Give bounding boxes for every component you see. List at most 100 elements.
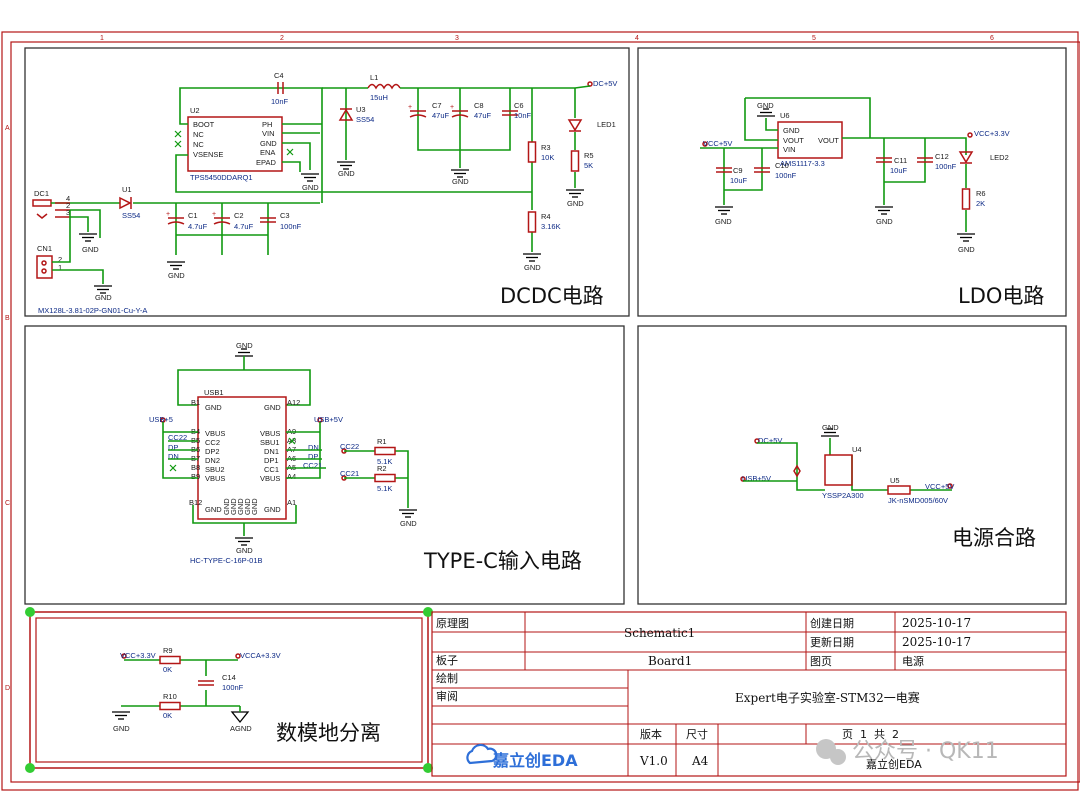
typec-circuit: GND USB1 B1 B4 B5 B6 B7 B8 B9 B12 A12 A9… xyxy=(149,341,418,565)
r6-value: 2K xyxy=(976,199,985,208)
watermark-text: 公众号 · QK11 xyxy=(852,739,999,764)
ldo-circuit: U6 GND VOUT VIN VOUT AMS1117-3.3 GND VCC… xyxy=(700,97,1010,254)
c4-value: 10nF xyxy=(271,97,289,106)
u5-label: U5 xyxy=(890,476,900,485)
tb-created-label: 创建日期 xyxy=(810,616,854,630)
tb-version-value: V1.0 xyxy=(639,754,668,768)
ldo-net-out: VCC+3.3V xyxy=(974,129,1010,138)
l1-value: 15uH xyxy=(370,93,388,102)
tb-drawn-label: 绘制 xyxy=(436,671,458,685)
u4-label: U4 xyxy=(852,445,862,454)
c7-value: 47uF xyxy=(432,111,450,120)
cc21-net: CC21 xyxy=(340,469,359,478)
typec-title: TYPE-C输入电路 xyxy=(423,549,582,573)
u2-pin: PH xyxy=(262,120,272,129)
c6-label: C6 xyxy=(514,101,524,110)
tb-board-label: 板子 xyxy=(436,653,458,667)
usb1-pin: SBU1 xyxy=(260,438,280,447)
gnd-label: GND xyxy=(715,217,732,226)
r5-value: 5K xyxy=(584,161,593,170)
tb-version-label: 版本 xyxy=(640,727,662,741)
u3-part: SS54 xyxy=(356,115,374,124)
schematic-sheet: + 1 2 3 4 5 6 A B C D DCDC电路 LDO电路 TYPE-… xyxy=(1,31,1080,791)
ruler-row: D xyxy=(5,685,10,692)
u4-part: YSSP2A300 xyxy=(822,491,864,500)
r4-label: R4 xyxy=(541,212,551,221)
c8-value: 47uF xyxy=(474,111,492,120)
usb1-pin: GND xyxy=(205,505,222,514)
ldo-net-in: VCC+5V xyxy=(703,139,732,148)
c11-value: 10uF xyxy=(890,166,908,175)
dc1-label: DC1 xyxy=(34,189,49,198)
c7-label: C7 xyxy=(432,101,442,110)
u6-pin: GND xyxy=(783,126,800,135)
gnd-label: GND xyxy=(757,101,774,110)
usb1-pin: DN2 xyxy=(205,456,220,465)
gs-net-vcc: VCC+3.3V xyxy=(120,651,156,660)
gnd-label: GND xyxy=(822,423,839,432)
usb1-pin: VBUS xyxy=(260,429,280,438)
r3-value: 10K xyxy=(541,153,554,162)
usb-net-right: USB+5V xyxy=(314,415,343,424)
merge-net-out: VCC+5V xyxy=(925,482,954,491)
usb-net-left: USB+5 xyxy=(149,415,173,424)
logo-text: 嘉立创EDA xyxy=(492,751,578,770)
u5-fuse xyxy=(887,485,911,495)
ruler-columns: 1 2 3 4 5 6 A B C D xyxy=(5,35,994,692)
ruler-col: 2 xyxy=(280,35,284,42)
cn1-part: MX128L-3.81-02P-GN01-Cu-Y-A xyxy=(38,306,147,315)
u4-chip xyxy=(824,454,853,486)
usb1-pin: DN1 xyxy=(264,447,279,456)
u2-part: TPS5450DDARQ1 xyxy=(190,173,253,182)
c3-value: 100nF xyxy=(280,222,302,231)
c11-label: C11 xyxy=(894,156,907,165)
gnd-label: GND xyxy=(958,245,975,254)
gnd-label: GND xyxy=(567,199,584,208)
usb1-pin: DP2 xyxy=(205,447,220,456)
u2-label: U2 xyxy=(190,106,200,115)
u2-pin: ENA xyxy=(260,148,275,157)
c14-value: 100nF xyxy=(222,683,244,692)
usb1-pin-id: A4 xyxy=(287,472,296,481)
u3-label: U3 xyxy=(356,105,366,114)
r9-value: 0K xyxy=(163,665,172,674)
ruler-col: 3 xyxy=(455,35,459,42)
gnd-label: GND xyxy=(876,217,893,226)
gnd-label: GND xyxy=(95,293,112,302)
u6-pin: VOUT xyxy=(783,136,804,145)
usb1-pin-id: A1 xyxy=(287,498,296,507)
gnd-label: GND xyxy=(452,177,469,186)
tb-updated-label: 更新日期 xyxy=(810,635,854,649)
tb-schematic-label: 原理图 xyxy=(436,617,469,630)
power-merge-title: 电源合路 xyxy=(952,526,1036,550)
c2-value: 4.7uF xyxy=(234,222,254,231)
c1-label: C1 xyxy=(188,211,198,220)
usb1-label: USB1 xyxy=(204,388,224,397)
usb1-pin-id: B12 xyxy=(189,498,202,507)
tb-updated-value: 2025-10-17 xyxy=(902,635,971,649)
c12-value: 100nF xyxy=(935,162,957,171)
u2-pin: BOOT xyxy=(193,120,215,129)
c4-label: C4 xyxy=(274,71,284,80)
c3-label: C3 xyxy=(280,211,290,220)
gnd-label: GND xyxy=(236,341,253,350)
tb-page-value: 电源 xyxy=(902,654,924,668)
usb1-pin: VBUS xyxy=(260,474,280,483)
c1-value: 4.7uF xyxy=(188,222,208,231)
c9-label: C9 xyxy=(733,166,743,175)
usb1-pin-id: B8 xyxy=(191,463,200,472)
usb1-pin: CC1 xyxy=(264,465,279,474)
ruler-row: C xyxy=(5,500,10,507)
gnd-label: GND xyxy=(338,169,355,178)
r3-label: R3 xyxy=(541,143,551,152)
usb1-pin: SBU2 xyxy=(205,465,225,474)
c10-label: C10 xyxy=(775,161,789,170)
c10-value: 100nF xyxy=(775,171,797,180)
tb-page-label: 图页 xyxy=(810,655,832,668)
usb1-pin: VBUS xyxy=(205,474,225,483)
cn1-label: CN1 xyxy=(37,244,52,253)
ruler-col: 1 xyxy=(100,35,104,42)
tb-size-value: A4 xyxy=(691,754,709,768)
ground-split-section: VCC+3.3V R9 0K R10 0K C14 100nF VCCA+3.3… xyxy=(25,607,433,773)
tb-size-label: 尺寸 xyxy=(686,727,708,741)
